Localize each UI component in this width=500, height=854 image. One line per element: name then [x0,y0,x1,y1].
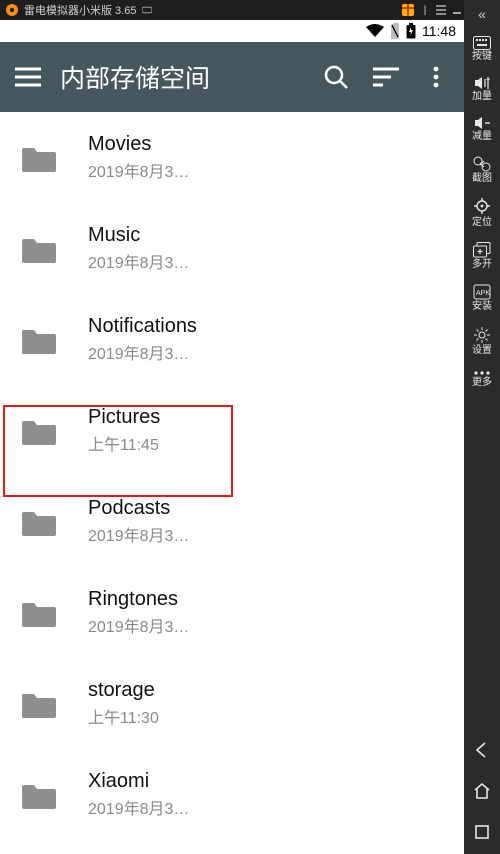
gamepad-icon [142,5,152,15]
sidebar-item-multi[interactable]: 多开 [464,234,500,276]
menu-icon[interactable] [10,59,46,95]
app-toolbar: 内部存储空间 [0,42,464,112]
nav-recent-icon[interactable] [473,823,491,844]
list-item[interactable]: Pictures 上午11:45 [0,385,464,476]
gift-icon[interactable] [402,4,414,16]
sidebar-item-label: 更多 [472,378,492,388]
sidebar-item-keymap[interactable]: 按键 [464,28,500,68]
list-item[interactable]: Xiaomi 2019年8月3… [0,749,464,840]
folder-icon [22,690,56,718]
svg-text:+: + [486,76,491,84]
list-item[interactable]: Ringtones 2019年8月3… [0,567,464,658]
folder-name: Music [88,224,189,247]
sidebar-item-install[interactable]: APK 安装 [464,276,500,318]
wifi-icon [366,24,384,38]
list-item[interactable]: Podcasts 2019年8月3… [0,476,464,567]
sidebar-item-label: 加量 [472,92,492,102]
nav-back-icon[interactable] [473,741,491,762]
sidebar-item-label: 定位 [472,218,492,228]
sidebar-item-location[interactable]: 定位 [464,190,500,234]
folder-date: 2019年8月3… [88,613,189,637]
folder-name: Ringtones [88,588,189,611]
page-title: 内部存储空间 [60,59,304,95]
folder-name: Movies [88,133,189,156]
sidebar-item-label: 截图 [472,174,492,184]
folder-icon [22,144,56,172]
folder-date: 上午11:45 [88,431,160,455]
folder-icon [22,417,56,445]
list-item[interactable]: Movies 2019年8月3… [0,112,464,203]
sidebar-item-volume-up[interactable]: + 加量 [464,68,500,108]
window-minimize-icon[interactable] [452,5,462,15]
svg-text:APK: APK [476,290,490,297]
folder-name: Notifications [88,315,197,338]
folder-date: 2019年8月3… [88,522,189,546]
sort-icon[interactable] [368,59,404,95]
folder-date: 2019年8月3… [88,249,189,273]
sidebar-collapse-icon[interactable]: « [478,4,486,28]
folder-date: 2019年8月3… [88,340,197,364]
list-item[interactable]: Notifications 2019年8月3… [0,294,464,385]
sidebar-item-label: 按键 [472,52,492,62]
folder-list[interactable]: Movies 2019年8月3… Music 2019年8月3… Notific… [0,112,464,854]
status-time: 11:48 [422,23,456,39]
sidebar-item-label: 减量 [472,132,492,142]
folder-date: 上午11:30 [88,704,159,728]
sim-icon [390,23,400,39]
sidebar-item-screenshot[interactable]: 截图 [464,148,500,190]
emulator-title: 雷电模拟器小米版 3.65 [24,2,136,18]
search-icon[interactable] [318,59,354,95]
android-nav-bar [464,733,500,854]
sidebar-item-label: 安装 [472,302,492,312]
folder-name: storage [88,679,159,702]
emulator-logo-icon [6,4,18,16]
list-item[interactable]: storage 上午11:30 [0,658,464,749]
folder-icon [22,781,56,809]
folder-icon [22,508,56,536]
folder-icon [22,326,56,354]
folder-icon [22,235,56,263]
android-status-bar: 11:48 [0,20,464,42]
folder-name: Xiaomi [88,770,189,793]
emulator-sidebar: « 按键 + 加量 减量 截图 定位 多开 APK 安装 设置 更多 [464,0,500,854]
folder-name: Pictures [88,406,160,429]
sidebar-item-volume-down[interactable]: 减量 [464,108,500,148]
folder-name: Podcasts [88,497,189,520]
folder-date: 2019年8月3… [88,158,189,182]
divider-icon: | [420,5,430,15]
emulator-titlebar: 雷电模拟器小米版 3.65 | [0,0,500,20]
folder-icon [22,599,56,627]
android-screen: 11:48 内部存储空间 Movies 2019年8月3… Music [0,20,464,854]
folder-date: 2019年8月3… [88,795,189,819]
battery-icon [406,23,416,39]
nav-home-icon[interactable] [473,782,491,803]
sidebar-item-label: 设置 [472,346,492,356]
list-item[interactable]: Music 2019年8月3… [0,203,464,294]
window-menu-icon[interactable] [436,5,446,15]
sidebar-item-settings[interactable]: 设置 [464,318,500,362]
overflow-icon[interactable] [418,59,454,95]
sidebar-item-label: 多开 [472,260,492,270]
sidebar-item-more[interactable]: 更多 [464,362,500,394]
